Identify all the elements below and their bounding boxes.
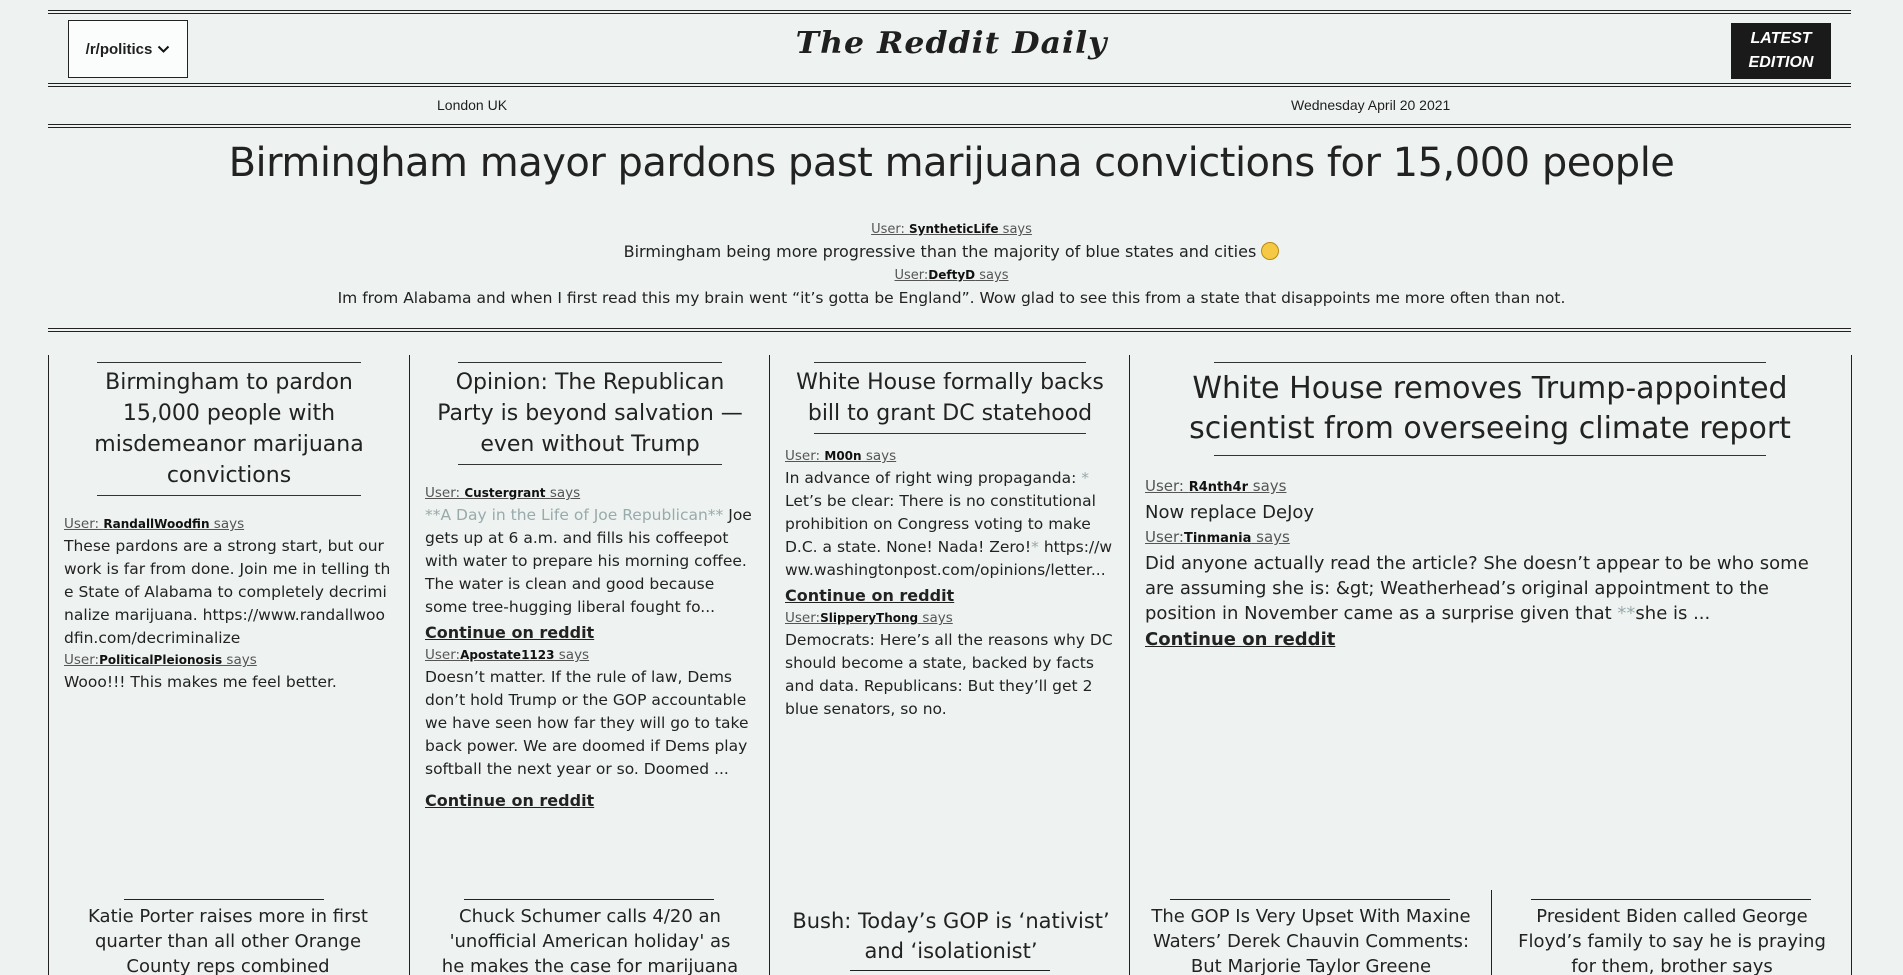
article-headline[interactable]: Katie Porter raises more in first quarte… — [78, 904, 378, 975]
top-rule — [48, 10, 1851, 14]
column-divider — [1129, 355, 1130, 975]
comment-author[interactable]: User: RandallWoodfin says — [64, 514, 394, 535]
headline-rule — [1170, 899, 1450, 900]
dateline-rule — [48, 124, 1851, 128]
article-headline[interactable]: Birmingham to pardon 15,000 people with … — [64, 363, 394, 495]
masthead-rule — [48, 83, 1851, 87]
comment-text: Im from Alabama and when I first read th… — [337, 289, 1566, 307]
comment-author[interactable]: User: R4nth4r says — [1145, 474, 1835, 500]
headline-rule — [124, 899, 324, 900]
hero-headline[interactable]: Birmingham mayor pardons past marijuana … — [0, 140, 1903, 186]
upside-down-face-emoji-icon — [1261, 242, 1280, 260]
comment-text: Now replace DeJoy — [1145, 502, 1315, 523]
article-headline[interactable]: Opinion: The Republican Party is beyond … — [425, 363, 755, 464]
comment-author[interactable]: User:SlipperyThong says — [785, 608, 1115, 629]
article-headline[interactable]: The GOP Is Very Upset With Maxine Waters… — [1146, 904, 1476, 975]
comment-author[interactable]: User:Apostate1123 says — [425, 645, 755, 666]
column-divider — [1851, 355, 1852, 975]
column-divider — [769, 355, 770, 975]
comment-author[interactable]: User: M00n says — [785, 446, 1115, 467]
column-divider — [1491, 890, 1492, 975]
article-headline[interactable]: President Biden called George Floyd’s fa… — [1507, 904, 1837, 975]
comment-text: Wooo!!! This makes me feel better. — [64, 673, 337, 691]
column-divider — [48, 355, 49, 975]
comment-text: Did anyone actually read the article? Sh… — [1145, 553, 1809, 624]
article-column-4: White House removes Trump-appointed scie… — [1145, 362, 1835, 652]
location: London UK — [437, 97, 508, 113]
headline-rule — [850, 970, 1050, 971]
comment-author[interactable]: User: Custergrant says — [425, 483, 755, 504]
headline-rule — [464, 899, 714, 900]
continue-on-reddit-link[interactable]: Continue on reddit — [1145, 628, 1835, 652]
article-headline[interactable]: White House formally backs bill to grant… — [785, 363, 1115, 433]
article-headline[interactable]: White House removes Trump-appointed scie… — [1145, 363, 1835, 455]
headline-rule — [1531, 899, 1811, 900]
comment-author[interactable]: User:DeftyD says — [0, 264, 1903, 286]
comment-text: **A Day in the Life of Joe Republican** … — [425, 506, 752, 616]
comment-text: In advance of right wing propaganda: *Le… — [785, 469, 1113, 579]
comment-author[interactable]: User:Tinmania says — [1145, 525, 1835, 551]
latest-label-1: LATEST — [1750, 30, 1812, 47]
site-brand: The Reddit Daily — [795, 26, 1108, 61]
continue-on-reddit-link[interactable]: Continue on reddit — [425, 789, 755, 813]
latest-edition-button[interactable]: LATEST EDITION — [1731, 23, 1831, 79]
hero-rule — [48, 328, 1851, 332]
comment-author[interactable]: User: SyntheticLife says — [0, 218, 1903, 240]
article-column-1: Birmingham to pardon 15,000 people with … — [64, 362, 394, 694]
comment-text: These pardons are a strong start, but ou… — [64, 537, 391, 647]
comment-author[interactable]: User:PoliticalPleionosis says — [64, 650, 394, 671]
continue-on-reddit-link[interactable]: Continue on reddit — [425, 621, 755, 645]
hero-comments: User: SyntheticLife says Birmingham bein… — [0, 218, 1903, 310]
continue-on-reddit-link[interactable]: Continue on reddit — [785, 584, 1115, 608]
date: Wednesday April 20 2021 — [1291, 97, 1451, 113]
comment-text: Birmingham being more progressive than t… — [0, 240, 1903, 264]
column-divider — [409, 355, 410, 975]
article-headline[interactable]: Bush: Today’s GOP is ‘nativist’ and ‘iso… — [786, 906, 1116, 966]
article-column-3: White House formally backs bill to grant… — [785, 362, 1115, 721]
comment-text: Democrats: Here’s all the reasons why DC… — [785, 631, 1113, 718]
article-column-2: Opinion: The Republican Party is beyond … — [425, 362, 755, 813]
comment-text: Doesn’t matter. If the rule of law, Dems… — [425, 668, 749, 778]
article-headline[interactable]: Chuck Schumer calls 4/20 an 'unofficial … — [440, 904, 740, 975]
latest-label-2: EDITION — [1748, 54, 1814, 71]
